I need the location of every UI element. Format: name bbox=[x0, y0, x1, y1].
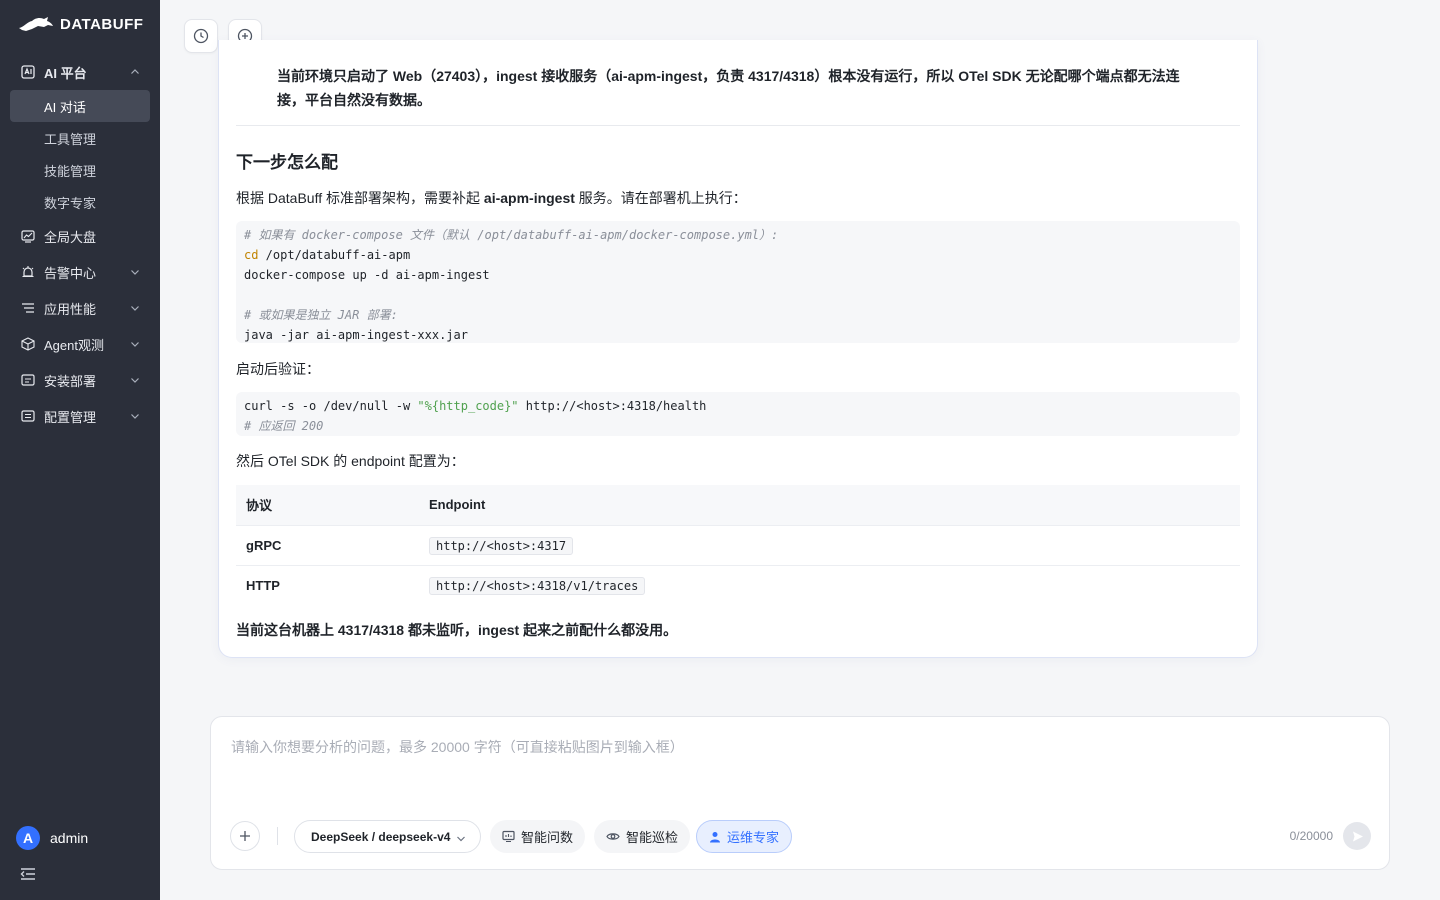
endpoint-code: http://<host>:4317 bbox=[429, 536, 574, 555]
avatar: A bbox=[16, 826, 40, 850]
history-button[interactable] bbox=[184, 19, 218, 53]
user-profile[interactable]: A admin bbox=[16, 826, 88, 850]
sidebar-group-app-performance[interactable]: 应用性能 bbox=[0, 290, 160, 326]
char-counter: 0/20000 bbox=[1289, 829, 1333, 843]
sidebar-group-alarm-center[interactable]: 告警中心 bbox=[0, 254, 160, 290]
apm-icon bbox=[20, 300, 36, 316]
code-comment: # 如果有 docker-compose 文件（默认 /opt/databuff… bbox=[244, 228, 779, 242]
sidebar-item-tool-management[interactable]: 工具管理 bbox=[0, 122, 160, 154]
service-name: ai-apm-ingest bbox=[483, 190, 575, 206]
chevron-down-icon bbox=[131, 414, 139, 419]
chevron-down-icon bbox=[131, 270, 139, 275]
plus-icon bbox=[240, 831, 250, 841]
send-button[interactable] bbox=[1343, 822, 1371, 850]
config-icon bbox=[20, 408, 36, 424]
divider bbox=[236, 125, 1240, 126]
smart-inspection-chip[interactable]: 智能巡检 bbox=[594, 820, 691, 853]
code-line: cd /opt/databuff-ai-apm bbox=[244, 248, 411, 262]
endpoint-cell: http://<host>:4318/v1/traces bbox=[419, 564, 1240, 605]
endpoint-intro: 然后 OTel SDK 的 endpoint 配置为： bbox=[236, 453, 465, 469]
code-comment: # 或如果是独立 JAR 部署: bbox=[244, 308, 398, 322]
attach-button[interactable] bbox=[230, 821, 260, 851]
chip-label: 智能问数 bbox=[521, 830, 574, 845]
sidebar-group-label: 应用性能 bbox=[44, 301, 97, 317]
section-heading: 下一步怎么配 bbox=[236, 153, 338, 172]
chart-icon bbox=[502, 830, 515, 843]
sidebar-group-ai-platform[interactable]: AI 平台 bbox=[0, 54, 160, 90]
code-block-verify[interactable]: curl -s -o /dev/null -w "%{http_code}" h… bbox=[236, 392, 1240, 436]
sidebar: DATABUFF AI 平台 AI 对话 工具管理 技能管理 数字专家 全局大盘… bbox=[0, 0, 160, 900]
code-line: docker-compose up -d ai-apm-ingest bbox=[244, 268, 490, 282]
sidebar-item-digital-expert[interactable]: 数字专家 bbox=[0, 186, 160, 218]
table-row: HTTP http://<host>:4318/v1/traces bbox=[236, 564, 1240, 605]
endpoint-table: 协议 Endpoint gRPC http://<host>:4317 HTTP… bbox=[236, 485, 1240, 605]
code-comment: # 应返回 200 bbox=[244, 419, 324, 433]
chevron-down-icon bbox=[457, 836, 466, 842]
chevron-down-icon bbox=[131, 378, 139, 383]
install-icon bbox=[20, 372, 36, 388]
smart-query-chip[interactable]: 智能问数 bbox=[490, 820, 586, 853]
table-row: gRPC http://<host>:4317 bbox=[236, 524, 1240, 565]
verify-label: 启动后验证： bbox=[236, 361, 320, 377]
sidebar-group-label: AI 平台 bbox=[44, 65, 87, 81]
protocol-cell: gRPC bbox=[236, 524, 419, 565]
send-icon bbox=[1352, 831, 1363, 841]
intro-paragraph: 根据 DataBuff 标准部署架构，需要补起 ai-apm-ingest 服务… bbox=[236, 190, 747, 206]
table-header: Endpoint bbox=[419, 485, 1240, 525]
code-line: curl -s -o /dev/null -w "%{http_code}" h… bbox=[244, 399, 707, 413]
sidebar-item-ai-chat[interactable]: AI 对话 bbox=[10, 90, 150, 122]
chat-input-box: DeepSeek / deepseek-v4 智能问数 智能巡检 运维专家 0/… bbox=[210, 716, 1390, 870]
chat-input[interactable] bbox=[231, 737, 1371, 797]
sidebar-nav: AI 平台 AI 对话 工具管理 技能管理 数字专家 全局大盘 告警中心 应用性… bbox=[0, 54, 160, 434]
app-logo[interactable]: DATABUFF bbox=[18, 12, 143, 36]
clock-icon bbox=[193, 28, 209, 44]
chevron-up-icon bbox=[131, 69, 139, 74]
eye-icon bbox=[606, 833, 620, 840]
chip-label: 运维专家 bbox=[727, 830, 780, 845]
final-note: 当前这台机器上 4317/4318 都未监听，ingest 起来之前配什么都没用… bbox=[236, 622, 678, 638]
sidebar-group-label: 配置管理 bbox=[44, 409, 97, 425]
endpoint-code: http://<host>:4318/v1/traces bbox=[429, 576, 646, 595]
dashboard-icon bbox=[20, 228, 36, 244]
ops-expert-chip[interactable]: 运维专家 bbox=[696, 820, 793, 853]
model-select-value: DeepSeek / deepseek-v4 bbox=[311, 829, 451, 844]
alarm-icon bbox=[20, 264, 36, 280]
sidebar-group-install-deploy[interactable]: 安装部署 bbox=[0, 362, 160, 398]
sidebar-group-label: Agent观测 bbox=[44, 337, 104, 353]
toolbar-divider bbox=[277, 827, 278, 845]
endpoint-cell: http://<host>:4317 bbox=[419, 524, 1240, 565]
cube-icon bbox=[20, 336, 36, 352]
ai-platform-icon bbox=[20, 64, 36, 80]
code-line: java -jar ai-apm-ingest-xxx.jar bbox=[244, 328, 468, 342]
user-name: admin bbox=[50, 830, 89, 846]
panther-logo-icon bbox=[19, 17, 53, 31]
assistant-message-card: 当前环境只启动了 Web（27403），ingest 接收服务（ai-apm-i… bbox=[218, 40, 1258, 658]
code-block-deploy[interactable]: # 如果有 docker-compose 文件（默认 /opt/databuff… bbox=[236, 221, 1240, 343]
chip-label: 智能巡检 bbox=[626, 830, 679, 845]
sidebar-group-dashboard[interactable]: 全局大盘 bbox=[0, 218, 160, 254]
diagnosis-summary: 当前环境只启动了 Web（27403），ingest 接收服务（ai-apm-i… bbox=[277, 68, 1180, 108]
sidebar-item-skill-management[interactable]: 技能管理 bbox=[0, 154, 160, 186]
sidebar-group-label: 全局大盘 bbox=[44, 229, 97, 245]
sidebar-group-agent-observe[interactable]: Agent观测 bbox=[0, 326, 160, 362]
sidebar-group-label: 告警中心 bbox=[44, 265, 97, 281]
logo-text: DATABUFF bbox=[60, 15, 144, 33]
collapse-sidebar-icon[interactable] bbox=[20, 866, 36, 882]
chevron-down-icon bbox=[131, 342, 139, 347]
user-icon bbox=[710, 831, 720, 842]
sidebar-group-label: 安装部署 bbox=[44, 373, 97, 389]
model-select[interactable]: DeepSeek / deepseek-v4 bbox=[294, 820, 482, 853]
sidebar-group-config-management[interactable]: 配置管理 bbox=[0, 398, 160, 434]
chevron-down-icon bbox=[131, 306, 139, 311]
table-header: 协议 bbox=[236, 485, 419, 525]
protocol-cell: HTTP bbox=[236, 564, 419, 605]
